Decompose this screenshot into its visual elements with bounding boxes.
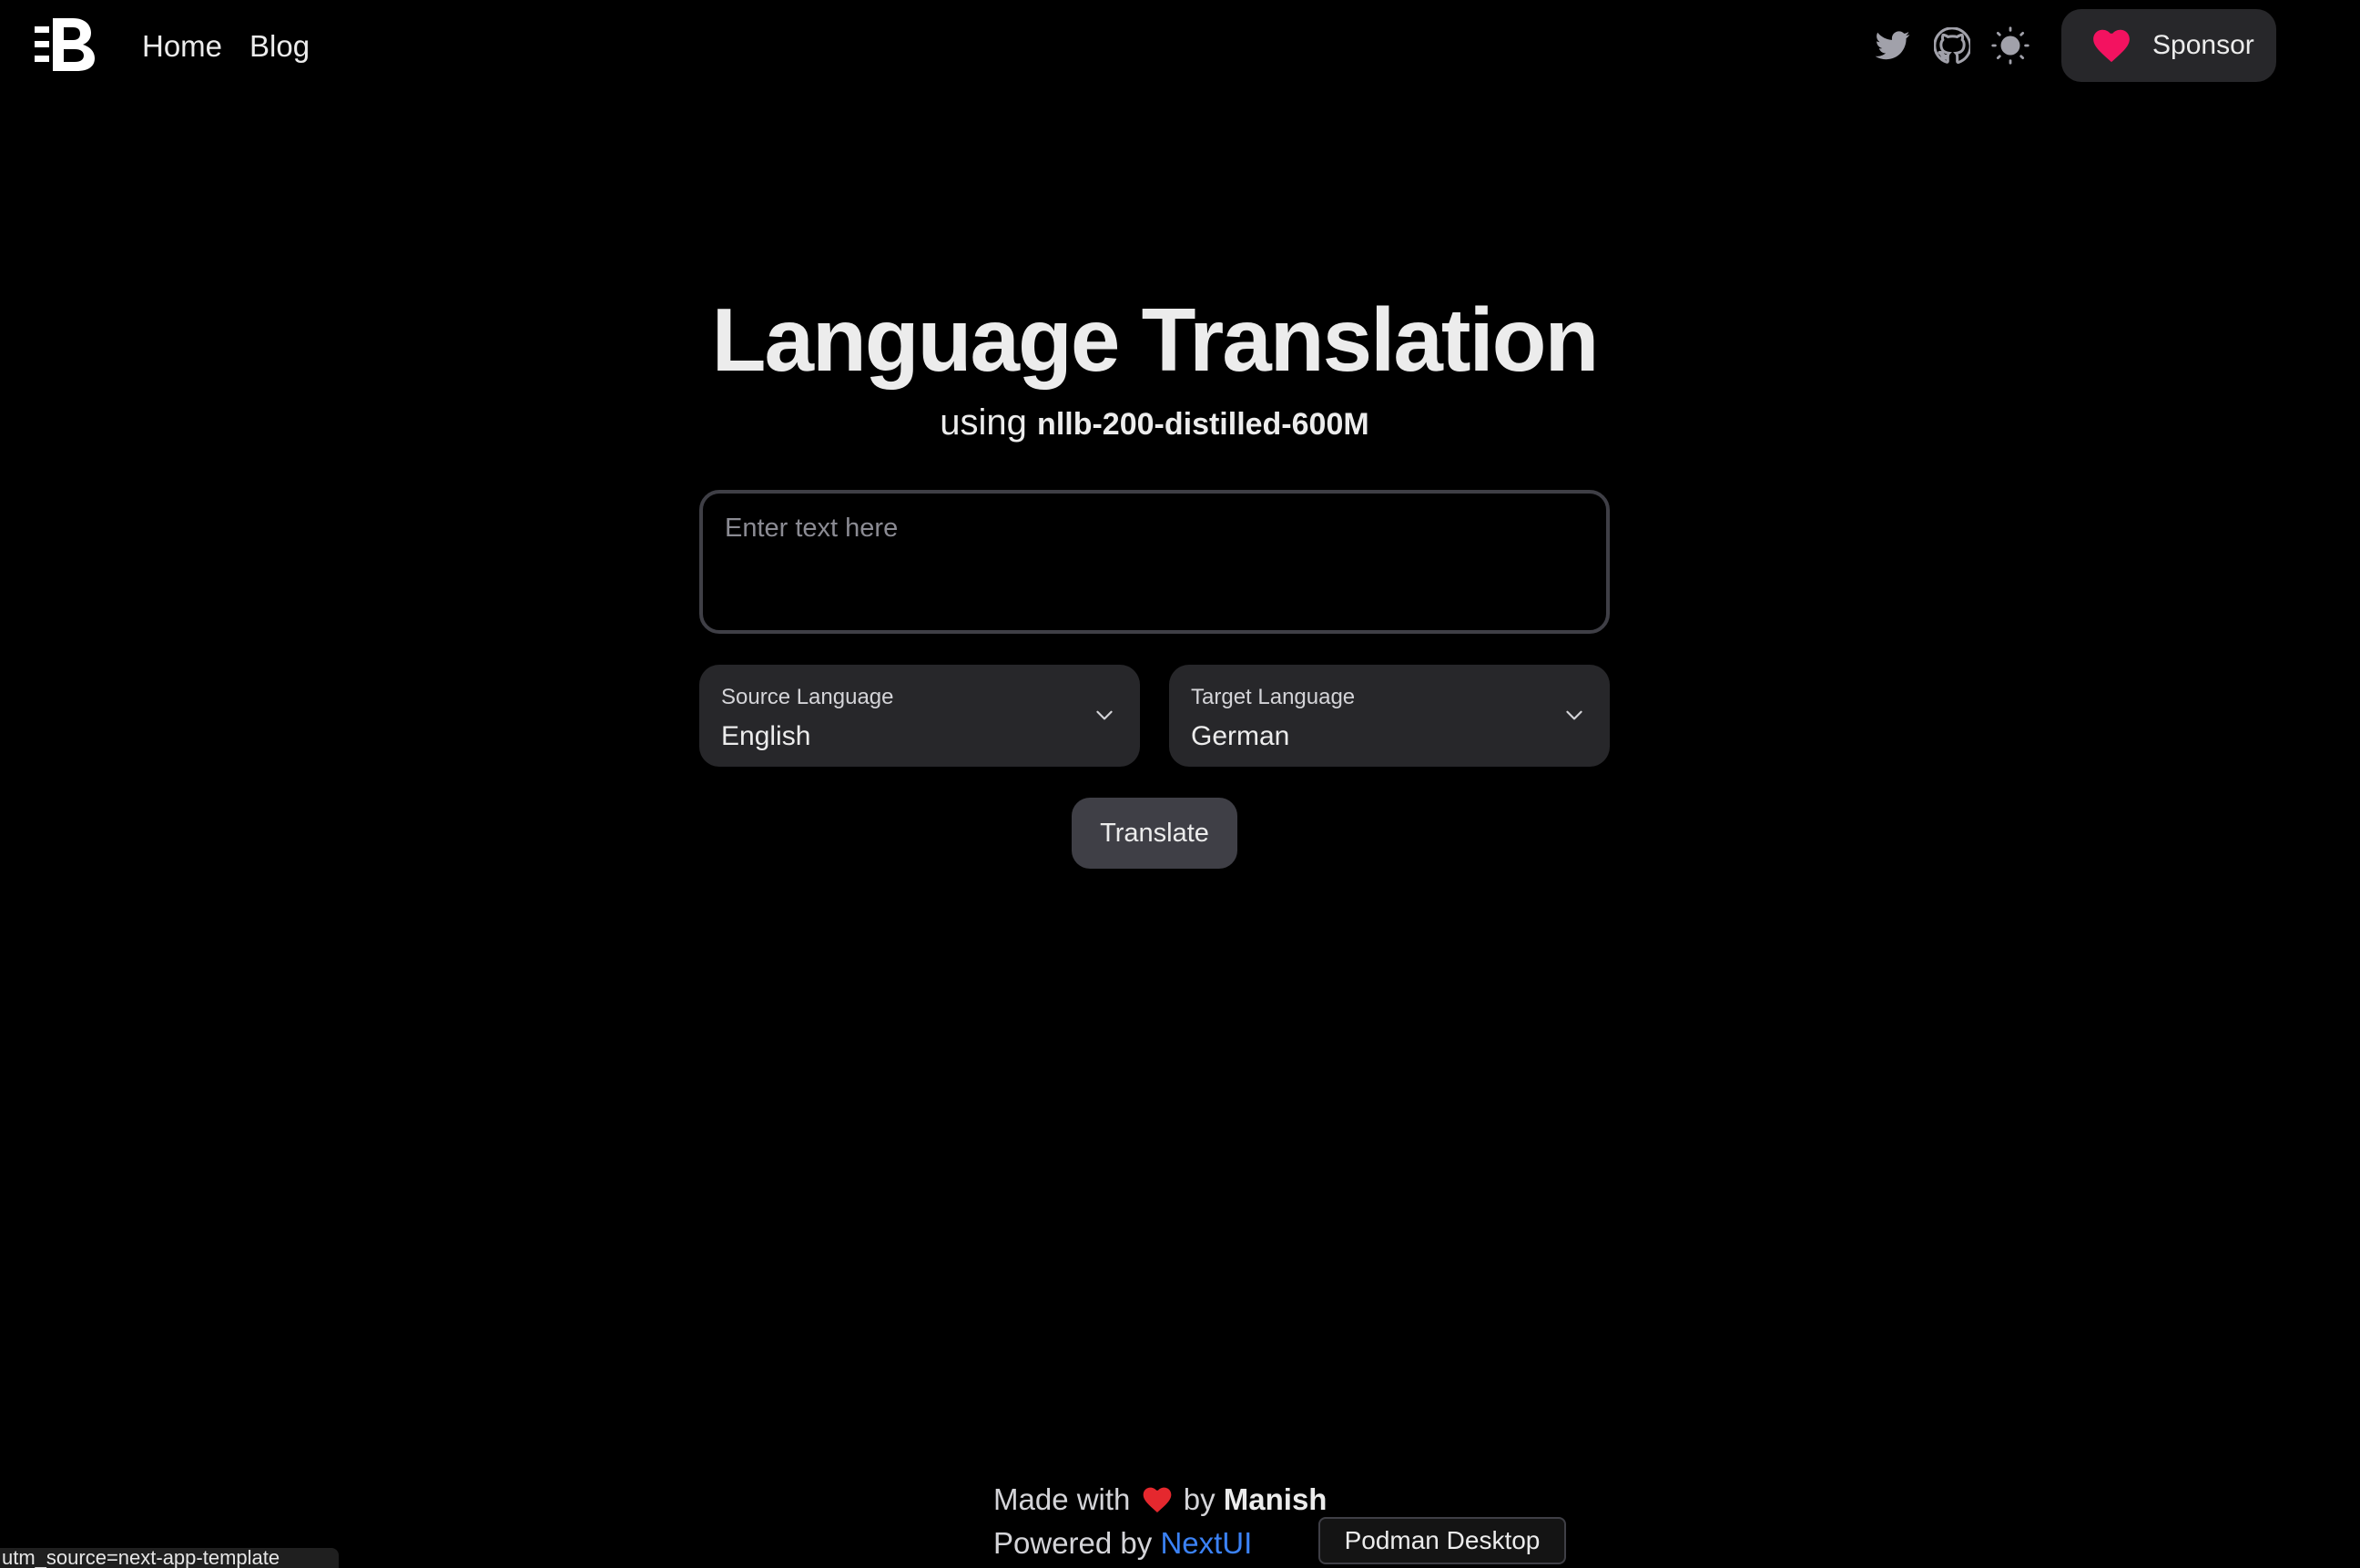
sponsor-button[interactable]: Sponsor <box>2061 9 2276 82</box>
sun-icon[interactable] <box>1990 25 2030 66</box>
made-with-text: Made with <box>993 1482 1131 1516</box>
subtitle-prefix: using <box>940 402 1027 443</box>
heart-icon <box>1143 1487 1171 1512</box>
source-language-value: English <box>721 721 811 751</box>
nav-home-link[interactable]: Home <box>142 25 222 67</box>
page-title: Language Translation <box>711 290 1600 390</box>
chevron-down-icon <box>1096 710 1113 720</box>
source-text-input[interactable] <box>699 490 1610 634</box>
brand-logo-icon[interactable] <box>35 15 97 75</box>
chevron-down-icon <box>1566 710 1582 720</box>
heart-icon <box>2093 29 2130 63</box>
footer-made-with: Made with by Manish <box>993 1480 1327 1520</box>
status-bar-url: utm_source=next-app-template <box>0 1548 339 1568</box>
target-language-label: Target Language <box>1191 685 1356 709</box>
powered-by-text: Powered by <box>993 1526 1153 1560</box>
page-subtitle: using nllb-200-distilled-600M <box>0 399 2309 448</box>
nextui-link[interactable]: NextUI <box>1160 1526 1252 1560</box>
target-language-select[interactable]: Target Language German <box>1169 665 1610 767</box>
navbar: Home Blog Sponsor <box>0 0 2360 91</box>
footer-powered-by: Powered by NextUI <box>993 1523 1252 1563</box>
author-name: Manish <box>1223 1482 1328 1516</box>
translate-button[interactable]: Translate <box>1072 798 1237 869</box>
twitter-icon[interactable] <box>1873 25 1913 66</box>
model-name: nllb-200-distilled-600M <box>1037 407 1369 442</box>
tooltip: Podman Desktop <box>1318 1517 1566 1564</box>
by-text: by <box>1183 1482 1216 1516</box>
github-icon[interactable] <box>1932 25 1972 66</box>
source-language-label: Source Language <box>721 685 894 709</box>
target-language-value: German <box>1191 721 1290 751</box>
source-language-select[interactable]: Source Language English <box>699 665 1140 767</box>
nav-blog-link[interactable]: Blog <box>249 25 310 67</box>
sponsor-label: Sponsor <box>2152 30 2254 60</box>
